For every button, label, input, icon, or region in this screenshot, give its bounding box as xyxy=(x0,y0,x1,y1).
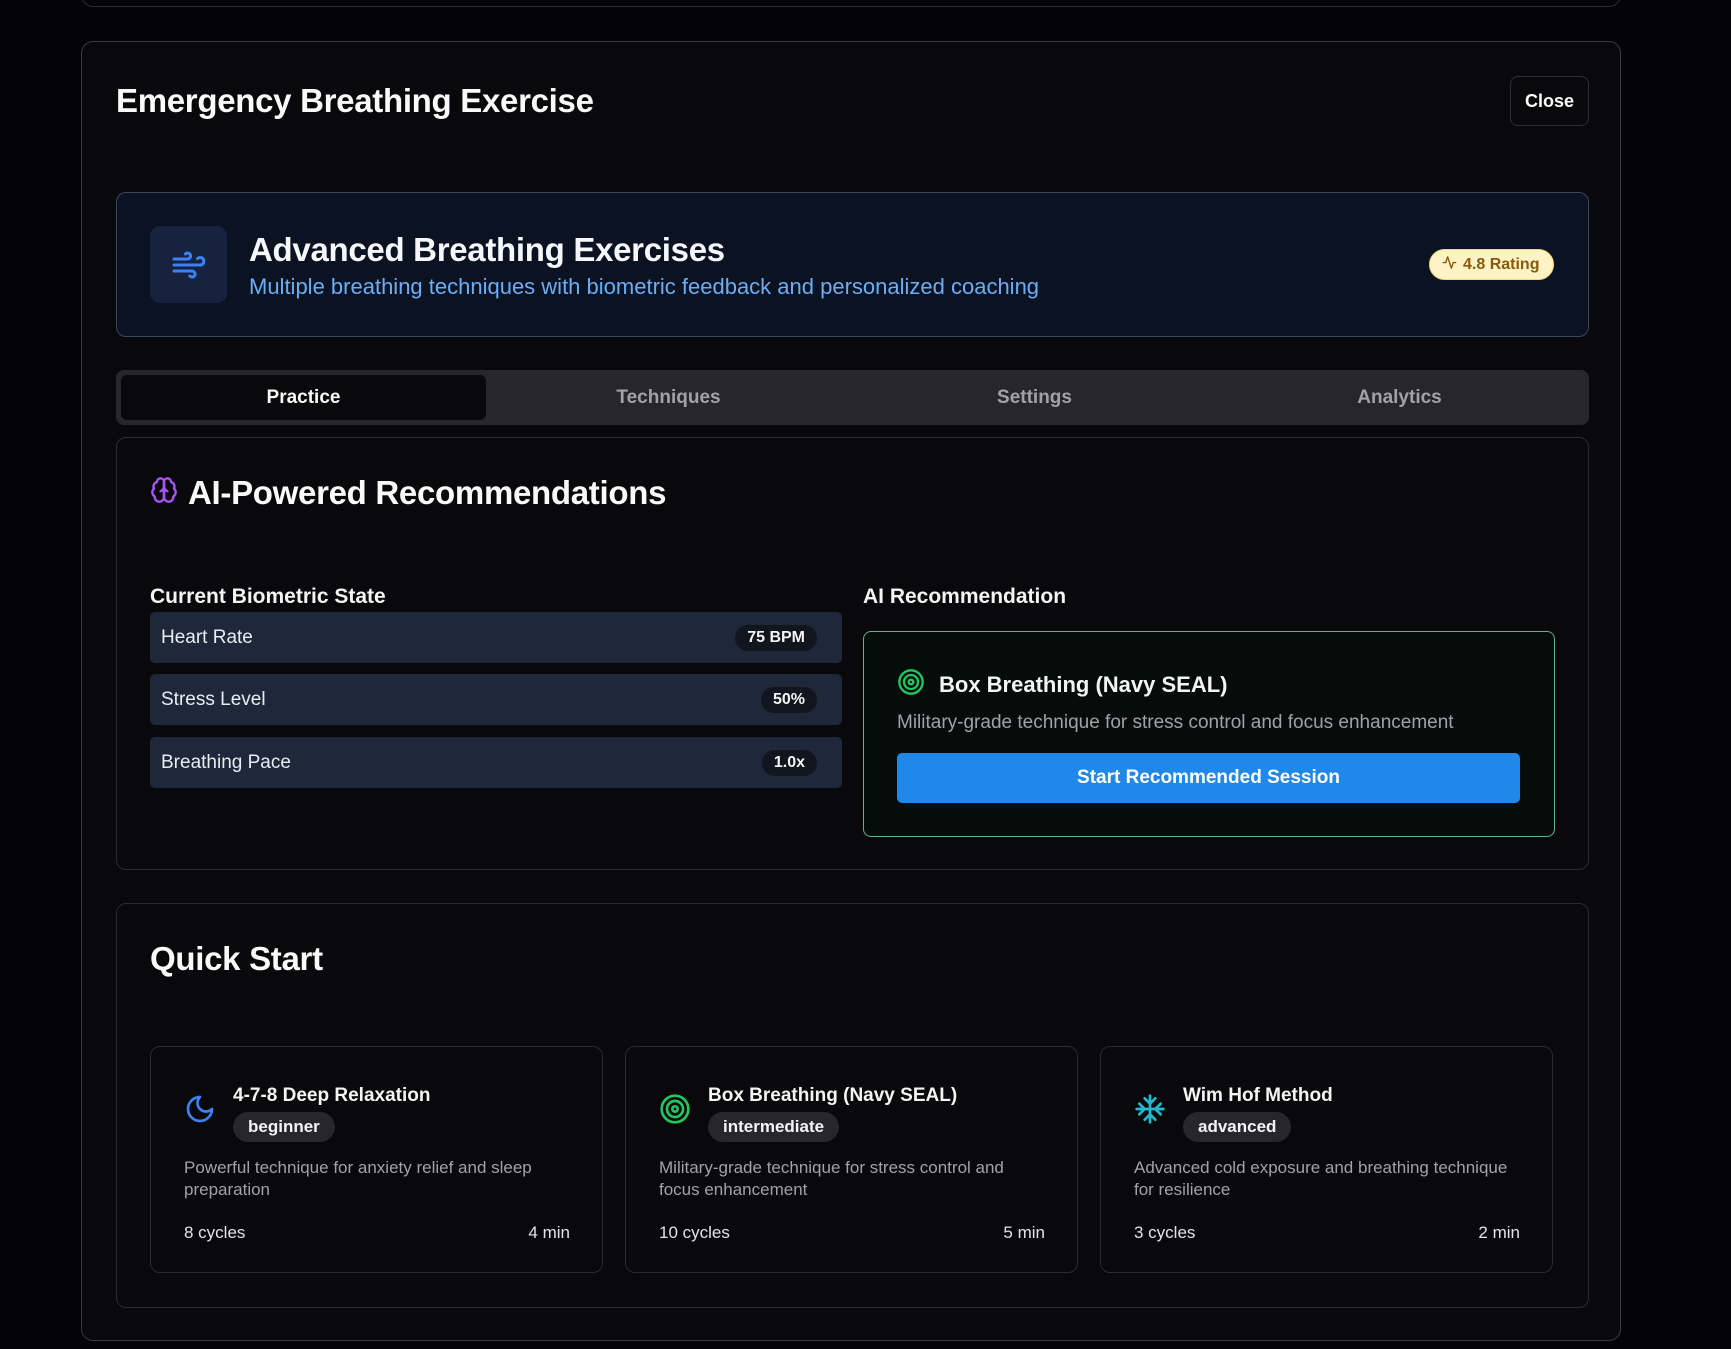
quick-start-title: Quick Start xyxy=(150,940,323,977)
biometric-heading: Current Biometric State xyxy=(150,585,386,608)
tab-settings[interactable]: Settings xyxy=(852,375,1217,420)
ai-technique: Box Breathing (Navy SEAL) xyxy=(897,668,1228,702)
technique-duration: 4 min xyxy=(528,1223,570,1242)
level-badge: beginner xyxy=(233,1112,335,1142)
snowflake-icon xyxy=(1134,1093,1166,1125)
tab-practice[interactable]: Practice xyxy=(121,375,486,420)
rating-label: 4.8 Rating xyxy=(1463,255,1540,273)
ai-technique-name: Box Breathing (Navy SEAL) xyxy=(939,672,1228,697)
metric-stress-level: Stress Level 50% xyxy=(150,674,842,725)
metric-value: 1.0x xyxy=(761,749,817,776)
ai-technique-description: Military-grade technique for stress cont… xyxy=(897,712,1454,733)
technique-duration: 5 min xyxy=(1003,1223,1045,1242)
recommendations-title: AI-Powered Recommendations xyxy=(150,474,666,512)
hero-banner: Advanced Breathing Exercises Multiple br… xyxy=(116,192,1589,337)
moon-icon xyxy=(184,1093,216,1125)
hero-title: Advanced Breathing Exercises xyxy=(249,231,725,268)
tab-techniques[interactable]: Techniques xyxy=(486,375,851,420)
technique-cycles: 3 cycles xyxy=(1134,1223,1196,1242)
technique-duration: 2 min xyxy=(1478,1223,1520,1242)
rating-badge: 4.8 Rating xyxy=(1429,249,1555,280)
recommendations-card: AI-Powered Recommendations Current Biome… xyxy=(116,437,1589,870)
start-recommended-session-button[interactable]: Start Recommended Session xyxy=(897,753,1520,803)
technique-name: Wim Hof Method xyxy=(1183,1085,1333,1106)
technique-description: Advanced cold exposure and breathing tec… xyxy=(1134,1158,1508,1199)
tab-list: Practice Techniques Settings Analytics xyxy=(116,370,1589,425)
metric-heart-rate: Heart Rate 75 BPM xyxy=(150,612,842,663)
metric-label: Breathing Pace xyxy=(161,751,291,773)
metric-value: 75 BPM xyxy=(735,624,817,651)
metric-value: 50% xyxy=(760,686,817,713)
level-badge: advanced xyxy=(1183,1112,1292,1142)
technique-name: Box Breathing (Navy SEAL) xyxy=(708,1085,958,1106)
tab-analytics[interactable]: Analytics xyxy=(1217,375,1582,420)
technique-name: 4-7-8 Deep Relaxation xyxy=(233,1085,431,1106)
brain-icon xyxy=(150,474,178,512)
target-icon xyxy=(897,668,925,702)
hero-subtitle: Multiple breathing techniques with biome… xyxy=(249,274,1040,299)
technique-card-box-breathing[interactable]: Box Breathing (Navy SEAL) intermediate M… xyxy=(625,1046,1078,1273)
ai-recommendation-box: Box Breathing (Navy SEAL) Military-grade… xyxy=(863,631,1555,837)
technique-cycles: 10 cycles xyxy=(659,1223,730,1242)
technique-card-478[interactable]: 4-7-8 Deep Relaxation beginner Powerful … xyxy=(150,1046,603,1273)
dialog-title: Emergency Breathing Exercise xyxy=(116,82,594,119)
activity-icon xyxy=(1442,255,1457,275)
technique-card-wim-hof[interactable]: Wim Hof Method advanced Advanced cold ex… xyxy=(1100,1046,1553,1273)
metric-label: Stress Level xyxy=(161,688,266,710)
wind-icon xyxy=(150,226,227,303)
close-button[interactable]: Close xyxy=(1510,76,1589,126)
recommendations-heading: AI-Powered Recommendations xyxy=(188,474,667,511)
ai-heading: AI Recommendation xyxy=(863,585,1067,608)
technique-description: Powerful technique for anxiety relief an… xyxy=(184,1158,532,1199)
target-icon xyxy=(659,1093,691,1125)
previous-card-edge xyxy=(81,0,1621,7)
metric-breathing-pace: Breathing Pace 1.0x xyxy=(150,737,842,788)
metric-label: Heart Rate xyxy=(161,626,253,648)
technique-description: Military-grade technique for stress cont… xyxy=(659,1158,1004,1199)
technique-cycles: 8 cycles xyxy=(184,1223,246,1242)
level-badge: intermediate xyxy=(708,1112,840,1142)
breathing-dialog: Emergency Breathing Exercise Close Advan… xyxy=(81,41,1621,1341)
quick-start-card: Quick Start 4-7-8 Deep Relaxation beginn… xyxy=(116,903,1589,1308)
